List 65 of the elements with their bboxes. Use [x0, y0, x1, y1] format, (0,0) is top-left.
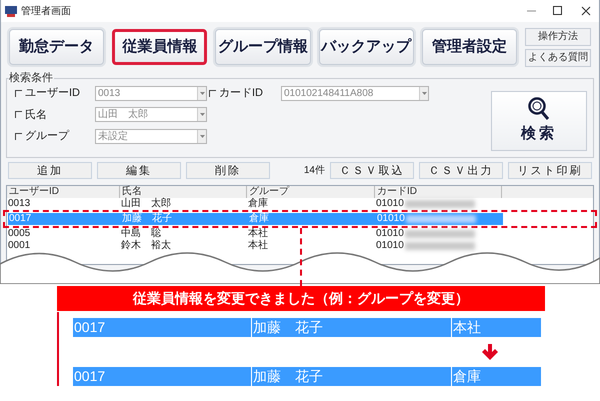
checkbox[interactable]: [15, 90, 22, 97]
table-cell: 01010: [376, 240, 404, 252]
action-button[interactable]: 編集: [97, 162, 181, 179]
row-cell: 加藤 花子: [251, 367, 451, 386]
field-label: グループ: [25, 128, 69, 144]
checkbox[interactable]: [209, 90, 216, 97]
panel-title: 検索条件: [9, 71, 54, 85]
blurred-text: [404, 200, 475, 208]
table-cell: 倉庫: [249, 213, 269, 225]
table-row[interactable]: 0013 山田 太郎 倉庫 01010: [7, 198, 502, 210]
row-cell-text: 0017: [73, 367, 106, 386]
checkbox[interactable]: [15, 111, 22, 118]
search-button[interactable]: 検索: [491, 91, 587, 151]
dropdown-field[interactable]: 山田 太郎: [95, 107, 207, 122]
window-title: 管理者画面: [21, 4, 72, 18]
help-button[interactable]: よくある質問: [525, 48, 591, 66]
column-header[interactable]: ユーザーID: [7, 186, 120, 198]
checkbox[interactable]: [15, 132, 22, 140]
maximize-icon[interactable]: [553, 6, 563, 16]
table-cell: 本社: [248, 240, 268, 252]
row-cell-text: 0017: [73, 318, 106, 337]
search-icon: [528, 96, 550, 121]
table-cell: 山田 太郎: [121, 198, 171, 210]
column-header[interactable]: 氏名: [120, 186, 247, 198]
table-cell-text: 本社: [248, 228, 268, 240]
blurred-text: [404, 230, 475, 238]
field-label: カードID: [219, 86, 263, 101]
row-cell: 倉庫: [451, 367, 541, 386]
app-icon: [5, 6, 17, 16]
field-label: 氏名: [25, 108, 47, 122]
action-button[interactable]: ＣＳＶ出力: [419, 162, 503, 179]
blurred-text: [404, 242, 475, 250]
message-banner: 従業員情報を変更できました（例：グループを変更）: [57, 286, 545, 311]
action-button[interactable]: ＣＳＶ取込: [330, 162, 414, 179]
nav-tab[interactable]: バックアップ: [318, 29, 414, 65]
row-cell: 本社: [451, 318, 541, 337]
help-button[interactable]: 操作方法: [525, 28, 591, 46]
table-cell: 加藤 花子: [122, 213, 172, 225]
nav-tab[interactable]: グループ情報: [215, 29, 311, 65]
action-button[interactable]: 削除: [186, 162, 270, 179]
table-row[interactable]: 0005 中島 聡 本社 01010: [7, 228, 502, 240]
table-cell: 鈴木 裕太: [121, 240, 171, 252]
action-button[interactable]: 追加: [8, 162, 92, 179]
record-count: 14件: [304, 164, 325, 178]
column-header[interactable]: グループ: [247, 186, 375, 198]
blurred-text: [406, 215, 476, 223]
table-cell: 0005: [8, 228, 30, 240]
close-icon[interactable]: [581, 6, 591, 16]
table-cell: 0017: [9, 213, 32, 225]
table-cell: 0001: [8, 240, 30, 252]
table-cell: 01010: [376, 198, 404, 210]
nav-tab[interactable]: 管理者設定: [422, 29, 517, 65]
table-cell: 01010: [376, 228, 404, 240]
field-label: ユーザーID: [25, 86, 80, 101]
down-arrow-icon: [481, 344, 499, 360]
nav-tab[interactable]: 勤怠データ: [9, 29, 104, 65]
table-row[interactable]: 0001 鈴木 裕太 本社 01010: [7, 240, 502, 252]
nav-tab[interactable]: 従業員情報: [112, 29, 208, 65]
table-cell: 倉庫: [248, 198, 268, 210]
row-cell: 加藤 花子: [251, 318, 451, 337]
action-button[interactable]: リスト印刷: [508, 162, 592, 179]
table-cell: 0013: [8, 198, 30, 210]
table-cell: 01010: [377, 213, 405, 225]
column-header[interactable]: カードID: [375, 186, 502, 198]
table-cell-text: 中島 聡: [121, 228, 161, 240]
